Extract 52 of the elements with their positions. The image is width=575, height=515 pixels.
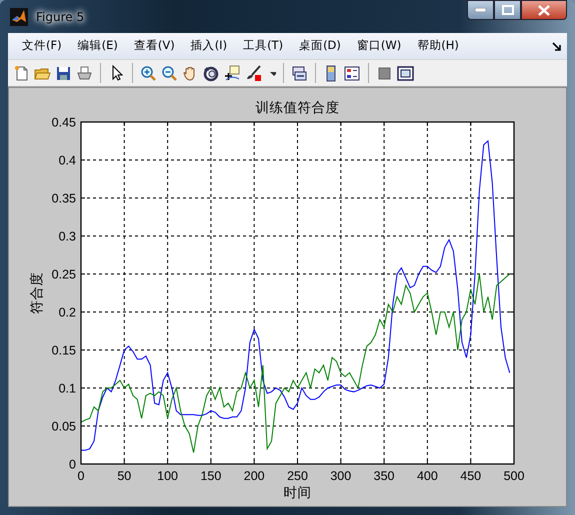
chart-title: 训练值符合度 <box>256 100 340 116</box>
x-tick-label: 250 <box>287 469 308 483</box>
y-tick-label: 0.2 <box>58 306 76 320</box>
y-tick-label: 0.3 <box>58 230 76 244</box>
close-icon <box>538 4 550 16</box>
y-tick-label: 0.45 <box>52 116 76 130</box>
printer-icon[interactable] <box>76 64 93 82</box>
x-tick-label: 100 <box>157 469 178 483</box>
close-button[interactable] <box>521 0 567 20</box>
x-tick-label: 300 <box>330 469 352 483</box>
menu-item[interactable]: 窗口(W) <box>348 37 410 55</box>
data-cursor-icon[interactable] <box>224 64 241 82</box>
x-tick-label: 50 <box>117 469 132 483</box>
panel-icon[interactable] <box>397 64 414 82</box>
x-axis-label: 时间 <box>284 485 312 501</box>
y-tick-label: 0.15 <box>52 344 76 358</box>
y-tick-label: 0.35 <box>52 192 76 206</box>
x-tick-label: 150 <box>200 469 222 483</box>
x-tick-label: 450 <box>460 469 482 483</box>
menu-item[interactable]: 帮助(H) <box>409 37 467 55</box>
menu-item[interactable]: 文件(F) <box>14 37 70 55</box>
zoom-out-icon[interactable] <box>161 64 178 82</box>
link-icon[interactable] <box>291 64 308 82</box>
brush-icon[interactable] <box>245 64 262 82</box>
menu-item[interactable]: 工具(T) <box>235 37 292 55</box>
zoom-in-icon[interactable] <box>140 64 157 82</box>
legend-icon[interactable] <box>344 64 361 82</box>
menu-item[interactable]: 桌面(D) <box>291 37 349 55</box>
minimize-button[interactable] <box>467 0 494 20</box>
y-axis-label: 符合度 <box>29 272 45 314</box>
y-tick-label: 0.25 <box>52 268 76 282</box>
x-tick-label: 0 <box>78 469 84 483</box>
app-logo-icon <box>10 8 28 26</box>
y-tick-label: 0.05 <box>52 420 76 434</box>
menu-item[interactable]: 查看(V) <box>126 37 183 55</box>
menu-item[interactable]: 编辑(E) <box>70 37 126 55</box>
y-tick-label: 0.1 <box>58 382 76 396</box>
maximize-button[interactable] <box>494 0 521 20</box>
y-tick-label: 0 <box>69 458 76 472</box>
new-file-icon[interactable] <box>13 64 30 82</box>
square-icon[interactable] <box>376 64 393 82</box>
window-title: Figure 5 <box>35 8 86 26</box>
minimize-icon <box>475 8 486 12</box>
dock-arrow-icon[interactable] <box>552 42 561 50</box>
menu-item[interactable]: 插入(I) <box>182 37 236 55</box>
x-tick-label: 400 <box>416 469 438 483</box>
x-tick-label: 350 <box>374 469 395 483</box>
rotate-icon[interactable] <box>203 64 220 82</box>
maximize-icon <box>502 5 514 15</box>
y-tick-label: 0.4 <box>58 154 76 168</box>
x-tick-label: 500 <box>504 469 524 483</box>
x-tick-label: 200 <box>244 469 265 483</box>
